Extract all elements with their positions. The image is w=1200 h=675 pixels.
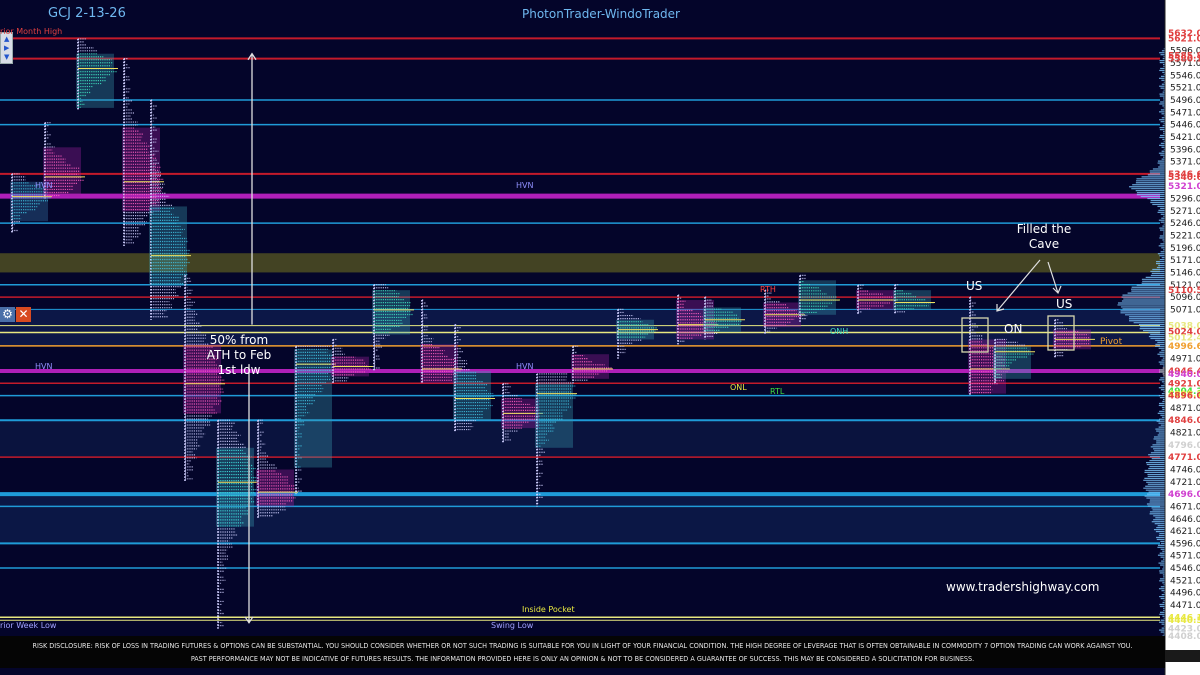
us-label-right: US	[1056, 297, 1073, 311]
y-tick-5471: 5471.0	[1170, 108, 1200, 118]
y-tick-5396: 5396.0	[1170, 145, 1200, 155]
filled-cave-line-2: Cave	[1028, 237, 1060, 251]
y-tick-5546: 5546.0	[1170, 71, 1200, 81]
value-area-box-7	[256, 469, 294, 507]
value-area-box-8	[294, 349, 332, 468]
swing-low-label: Swing Low	[491, 621, 534, 630]
price-label-19: 4796.0	[1168, 441, 1200, 451]
value-area-box-22	[893, 290, 931, 310]
inside-pocket-label: Inside Pocket	[522, 605, 575, 614]
price-label-18: 4846.0	[1168, 416, 1200, 426]
value-area-box-15	[571, 354, 609, 379]
y-tick-4596: 4596.0	[1170, 539, 1200, 549]
arrow-up-icon[interactable]: ▲	[4, 35, 9, 43]
price-label-17: 4896.0	[1168, 392, 1200, 402]
y-tick-4521: 4521.0	[1170, 576, 1200, 586]
y-tick-5246: 5246.0	[1170, 219, 1200, 229]
filled-cave-annotation: Filled the Cave	[1004, 222, 1084, 252]
onl-label: ONL	[730, 383, 747, 392]
onh-label: ONH	[830, 327, 849, 336]
price-label-7: 5110.5	[1168, 286, 1200, 296]
risk-disclosure-line-1: RISK DISCLOSURE: RISK OF LOSS IN TRADING…	[32, 641, 1133, 650]
value-area-box-14	[535, 383, 573, 448]
risk-disclosure-line-2: PAST PERFORMANCE MAY NOT BE INDICATIVE O…	[190, 654, 975, 663]
y-tick-4821: 4821.0	[1170, 429, 1200, 439]
value-area-box-20	[798, 280, 836, 315]
y-tick-4971: 4971.0	[1170, 355, 1200, 365]
risk-disclosure: RISK DISCLOSURE: RISK OF LOSS IN TRADING…	[0, 636, 1165, 668]
value-area-box-12	[453, 370, 491, 421]
hvn-label-2: HVN	[516, 181, 534, 190]
price-label-1: 5621.0	[1168, 34, 1200, 44]
value-area-box-11	[420, 344, 458, 384]
chart-symbol: GCJ 2-13-26	[48, 6, 126, 21]
y-tick-4571: 4571.0	[1170, 552, 1200, 562]
y-tick-5296: 5296.0	[1170, 195, 1200, 205]
y-tick-5221: 5221.0	[1170, 231, 1200, 241]
filled-cave-line-1: Filled the	[1016, 222, 1072, 236]
us-label-left: US	[966, 279, 983, 293]
y-tick-4496: 4496.0	[1170, 589, 1200, 599]
y-tick-5196: 5196.0	[1170, 244, 1200, 254]
hvn-label-1: HVN	[35, 181, 53, 190]
y-tick-5271: 5271.0	[1170, 207, 1200, 217]
price-band-2	[0, 420, 1160, 458]
fifty-pct-line-1: 50% from	[209, 333, 269, 347]
arrow-right-icon[interactable]: ▶	[4, 44, 9, 52]
fifty-pct-line-3: 1st low	[217, 363, 261, 377]
y-tick-5521: 5521.0	[1170, 84, 1200, 94]
y-tick-5371: 5371.0	[1170, 158, 1200, 168]
rth-label: RTH	[760, 285, 776, 294]
market-profile-chart[interactable]: 5596.05571.05546.05521.05496.05471.05446…	[0, 0, 1200, 675]
prior-month-high-label: rior Month High	[0, 27, 63, 36]
price-label-20: 4771.0	[1168, 453, 1200, 463]
website-url[interactable]: www.tradershighway.com	[946, 580, 1100, 594]
rtl-label: RTL	[770, 387, 785, 396]
y-tick-5171: 5171.0	[1170, 256, 1200, 266]
y-tick-4721: 4721.0	[1170, 478, 1200, 488]
y-tick-4621: 4621.0	[1170, 527, 1200, 537]
value-area-box-6	[216, 447, 254, 527]
price-label-25: 4408.0	[1168, 632, 1200, 642]
price-label-21: 4696.0	[1168, 490, 1200, 500]
arrow-down-icon[interactable]: ▼	[4, 53, 9, 61]
on-label: ON	[1004, 322, 1023, 336]
y-tick-4646: 4646.0	[1170, 515, 1200, 525]
price-label-6: 5321.0	[1168, 182, 1200, 192]
fifty-pct-line-2: ATH to Feb	[206, 348, 272, 362]
y-tick-5421: 5421.0	[1170, 133, 1200, 143]
value-area-box-24	[993, 346, 1031, 379]
fifty-pct-annotation: 50% from ATH to Feb 1st low	[200, 333, 278, 378]
drawing-tools: ⚙ ✕	[0, 307, 34, 324]
value-area-box-4	[149, 206, 187, 286]
price-scale-footer	[1165, 650, 1200, 662]
prior-week-low-label: rior Week Low	[0, 621, 57, 630]
y-tick-4871: 4871.0	[1170, 404, 1200, 414]
y-tick-4746: 4746.0	[1170, 465, 1200, 475]
price-label-3: 5580.1	[1168, 55, 1200, 65]
price-band-3	[0, 494, 1160, 544]
hvn-label-3: HVN	[35, 362, 53, 371]
y-tick-4671: 4671.0	[1170, 502, 1200, 512]
value-area-box-2	[76, 53, 114, 108]
hvn-label-4: HVN	[516, 362, 534, 371]
chart-stage: 5596.0 5571.0 5546.0 5521.0 5496.0 5471.0 5446…	[0, 0, 1200, 675]
close-icon[interactable]: ✕	[16, 307, 31, 322]
y-tick-5146: 5146.0	[1170, 268, 1200, 278]
chart-title: PhotonTrader-WindoTrader	[522, 7, 680, 21]
y-tick-5071: 5071.0	[1170, 305, 1200, 315]
price-label-11: 4996.6	[1168, 342, 1200, 352]
y-tick-5446: 5446.0	[1170, 121, 1200, 131]
value-area-box-10	[372, 290, 410, 335]
gear-icon[interactable]: ⚙	[0, 307, 15, 322]
pivot-label: Pivot	[1100, 337, 1123, 347]
y-tick-4471: 4471.0	[1170, 601, 1200, 611]
scroll-panel[interactable]: ▲ ▶ ▼	[0, 32, 13, 64]
y-tick-5496: 5496.0	[1170, 96, 1200, 106]
y-tick-4546: 4546.0	[1170, 564, 1200, 574]
